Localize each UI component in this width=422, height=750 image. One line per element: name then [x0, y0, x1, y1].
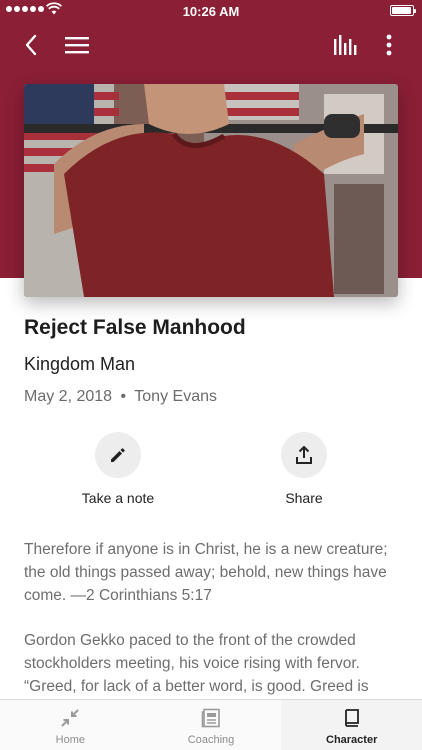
share-upload-icon: [296, 446, 312, 464]
more-vertical-icon: [386, 34, 392, 56]
article-meta: May 2, 2018 • Tony Evans: [24, 388, 217, 406]
bar-chart-icon: [334, 35, 357, 55]
tab-home[interactable]: Home: [0, 700, 141, 750]
stats-button[interactable]: [330, 30, 360, 60]
more-options-button[interactable]: [374, 30, 404, 60]
book-icon: [344, 709, 359, 727]
man-with-barbell-illustration: [24, 84, 398, 297]
menu-button[interactable]: [62, 30, 92, 60]
take-note-button[interactable]: Take a note: [48, 432, 188, 506]
tab-coaching[interactable]: Coaching: [141, 700, 282, 750]
share-circle[interactable]: [281, 432, 327, 478]
tab-coaching-label: Coaching: [187, 734, 235, 746]
tab-character[interactable]: Character: [281, 700, 422, 750]
collapse-arrows-icon: [61, 709, 80, 727]
scripture-paragraph: Therefore if anyone is in Christ, he is …: [24, 541, 388, 604]
article-author: Tony Evans: [134, 388, 217, 405]
status-time: 10:26 AM: [182, 4, 240, 19]
bottom-tab-bar: Home Coaching Character: [0, 699, 422, 750]
take-note-circle[interactable]: [95, 432, 141, 478]
back-button[interactable]: [16, 30, 46, 60]
take-note-label: Take a note: [81, 490, 155, 506]
battery-level: [392, 7, 411, 14]
article-title: Reject False Manhood: [24, 316, 246, 339]
tab-character-label: Character: [326, 734, 378, 746]
meta-separator: •: [120, 388, 127, 405]
body-paragraph: Gordon Gekko paced to the front of the c…: [24, 632, 369, 695]
article-series: Kingdom Man: [24, 354, 136, 374]
tab-home-label: Home: [55, 734, 85, 746]
hamburger-menu-icon: [65, 37, 89, 54]
top-navigation: [0, 22, 422, 66]
article-date: May 2, 2018: [24, 388, 113, 405]
pencil-icon: [111, 448, 125, 462]
status-bar: 10:26 AM: [0, 0, 422, 22]
share-button[interactable]: Share: [234, 432, 374, 506]
chevron-left-icon: [25, 34, 37, 56]
battery-icon: [390, 5, 416, 16]
newspaper-icon: [201, 708, 220, 728]
share-label: Share: [285, 490, 323, 506]
article-hero-image: [24, 84, 398, 297]
